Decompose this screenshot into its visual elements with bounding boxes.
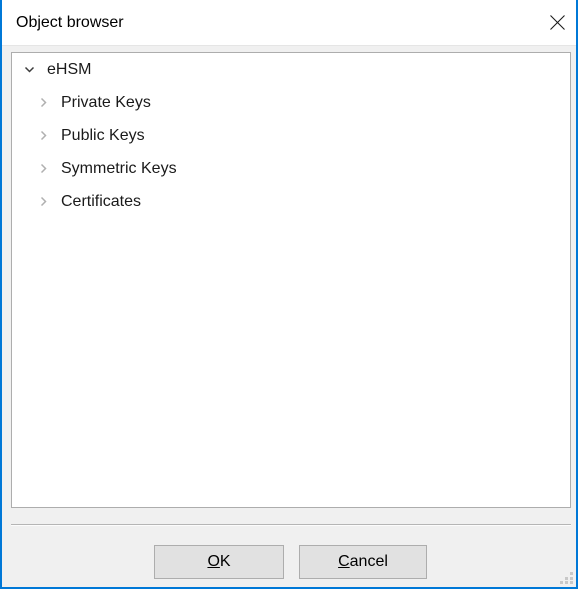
cancel-button[interactable]: Cancel <box>299 545 427 579</box>
resize-grip-icon[interactable] <box>559 570 573 584</box>
close-button[interactable] <box>534 0 576 45</box>
tree-item-label: Private Keys <box>61 93 151 111</box>
tree-item-label: Certificates <box>61 192 142 210</box>
chevron-right-icon[interactable] <box>31 195 55 208</box>
tree-item-symmetric-keys[interactable]: Symmetric Keys <box>12 152 570 185</box>
tree-item-ehsm[interactable]: eHSM <box>12 53 570 86</box>
tree-item-private-keys[interactable]: Private Keys <box>12 86 570 119</box>
object-browser-dialog: Object browser eHSM Private Keys Public … <box>0 0 578 589</box>
ok-button[interactable]: OK <box>154 545 284 579</box>
cancel-accel-letter: C <box>338 553 350 570</box>
object-tree[interactable]: eHSM Private Keys Public Keys Symmetric … <box>11 52 571 508</box>
tree-item-label: eHSM <box>47 60 92 78</box>
titlebar: Object browser <box>2 0 576 46</box>
ok-accel-letter: O <box>207 553 220 570</box>
chevron-right-icon[interactable] <box>31 129 55 142</box>
chevron-right-icon[interactable] <box>31 96 55 109</box>
cancel-label-rest: ancel <box>349 553 388 570</box>
window-title: Object browser <box>16 14 124 31</box>
button-bar: OK Cancel <box>2 540 576 585</box>
ok-label-rest: K <box>219 553 231 570</box>
tree-item-label: Public Keys <box>61 126 145 144</box>
close-icon <box>549 14 566 31</box>
tree-item-public-keys[interactable]: Public Keys <box>12 119 570 152</box>
chevron-down-icon[interactable] <box>17 63 41 76</box>
chevron-right-icon[interactable] <box>31 162 55 175</box>
tree-item-certificates[interactable]: Certificates <box>12 185 570 218</box>
footer-separator <box>11 524 571 526</box>
tree-item-label: Symmetric Keys <box>61 159 177 177</box>
